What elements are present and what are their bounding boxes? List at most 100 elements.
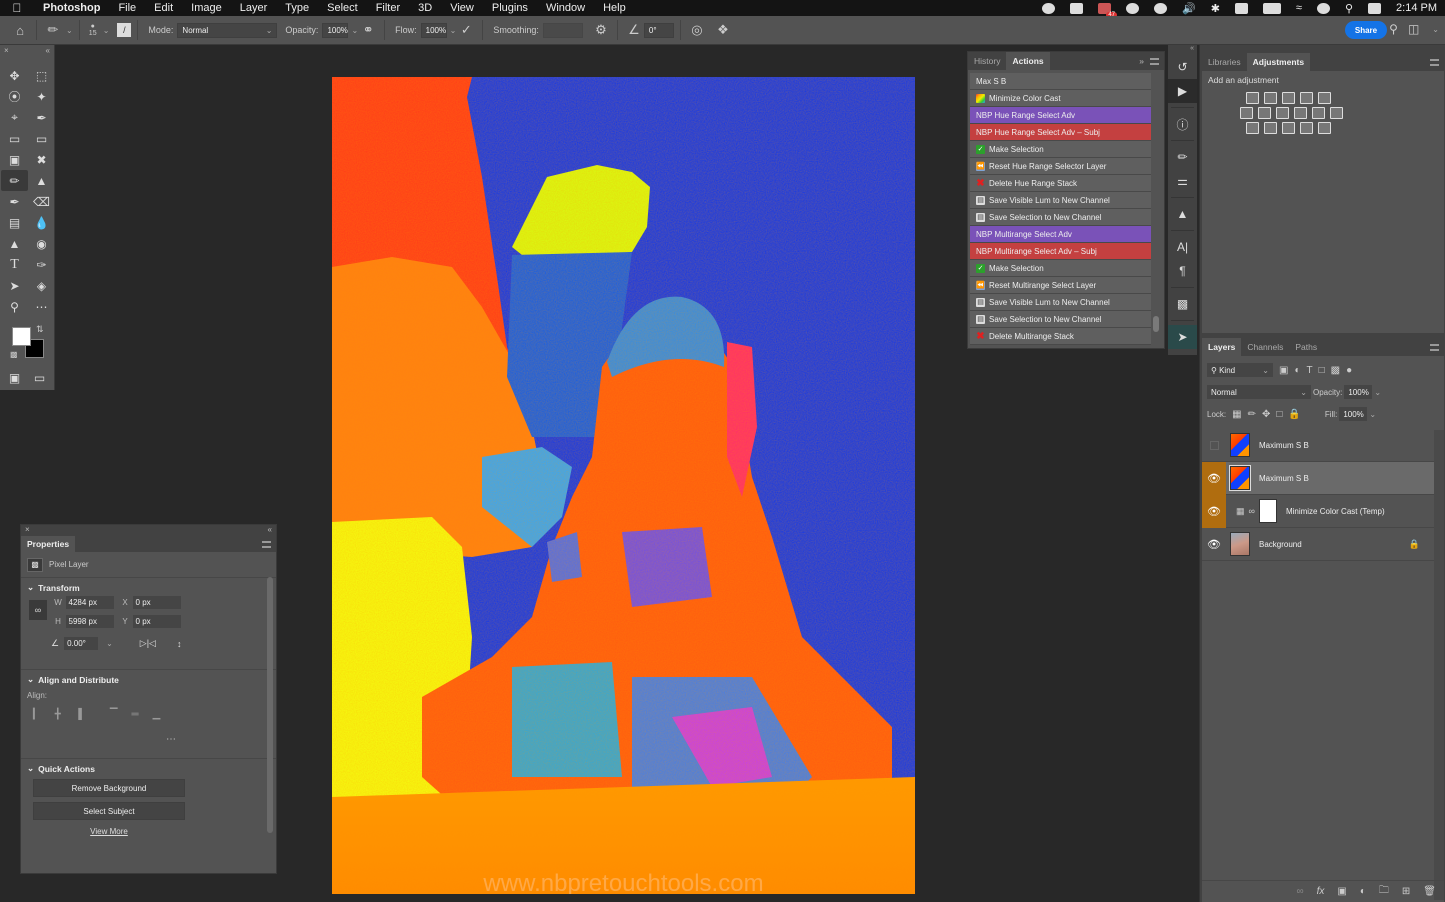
symmetry-icon[interactable]: ❖ [713, 20, 733, 40]
tab-libraries[interactable]: Libraries [1202, 53, 1247, 71]
path-selection-icon[interactable]: ➤ [1, 275, 28, 296]
curves-icon[interactable] [1282, 92, 1295, 104]
blur-tool-icon[interactable]: 💧 [28, 212, 55, 233]
filter-shape-icon[interactable]: □ [1319, 365, 1325, 376]
remix-icon[interactable]: ✖ [28, 149, 55, 170]
tab-history[interactable]: History [968, 52, 1006, 70]
eye-icon[interactable]: 👁 [1202, 494, 1226, 528]
volume-icon[interactable]: 🔊 [1182, 2, 1196, 15]
angle-input[interactable]: 0.00° [64, 637, 99, 650]
layer-row[interactable]: 👁 Maximum S B [1202, 461, 1434, 495]
crop-tool-icon[interactable]: ⌖ [1, 107, 28, 128]
eye-icon[interactable]: 👁 [1202, 461, 1226, 495]
add-mask-icon[interactable]: ▣ [1337, 886, 1346, 897]
action-item[interactable]: ▤ Save Selection to New Channel [970, 311, 1151, 328]
close-icon[interactable]: × [25, 525, 30, 536]
chevron-down-icon[interactable]: ⌄ [1374, 388, 1381, 397]
levels-icon[interactable] [1264, 92, 1277, 104]
brush-tool-icon[interactable]: ✏ [1, 170, 28, 191]
share-button[interactable]: Share [1345, 21, 1387, 39]
slack-icon[interactable]: 47 [1098, 2, 1117, 18]
filter-type-icon[interactable]: T [1307, 365, 1313, 376]
menu-view[interactable]: View [441, 2, 483, 14]
menu-type[interactable]: Type [276, 2, 318, 14]
chevron-down-icon[interactable]: ⌄ [66, 26, 73, 35]
align-section-title[interactable]: Align and Distribute [38, 675, 119, 685]
lock-position-icon[interactable]: ✥ [1262, 409, 1270, 420]
paragraph-panel-icon[interactable]: ¶ [1168, 259, 1197, 283]
mode-select[interactable]: Normal ⌄ [177, 22, 278, 38]
align-left-icon[interactable]: ▎ [33, 709, 41, 720]
filter-toggle-icon[interactable]: ● [1346, 365, 1352, 376]
spot-healing-icon[interactable]: ▭ [1, 128, 28, 149]
chevron-down-icon[interactable]: ⌄ [450, 26, 457, 35]
height-input[interactable]: 5998 px [65, 615, 114, 628]
healing-brush-icon[interactable]: ▭ [28, 128, 55, 149]
properties-scrollbar[interactable] [267, 577, 273, 833]
layer-row[interactable]: 👁 ▦ ∞ Minimize Color Cast (Temp) [1202, 494, 1434, 528]
wifi-icon[interactable]: ≈ [1296, 2, 1302, 14]
menu-file[interactable]: File [109, 2, 145, 14]
screen-mode-icon[interactable]: ▭ [34, 371, 45, 385]
action-item[interactable]: NBP Hue Range Select Adv [970, 107, 1151, 124]
quick-mask-icon[interactable]: ▣ [9, 371, 20, 385]
sponge-tool-icon[interactable]: ◉ [28, 233, 55, 254]
menu-3d[interactable]: 3D [409, 2, 441, 14]
action-item[interactable]: NBP Hue Range Select Adv – Subj [970, 124, 1151, 141]
color-lookup-icon[interactable] [1330, 107, 1343, 119]
shape-tool-icon[interactable]: ◈ [28, 275, 55, 296]
flip-vertical-icon[interactable]: ↕ [177, 639, 182, 649]
menu-window[interactable]: Window [537, 2, 594, 14]
panel-menu-icon[interactable] [1150, 57, 1159, 65]
layer-row[interactable]: Maximum S B [1202, 429, 1434, 462]
lock-artboard-icon[interactable]: □ [1276, 409, 1282, 420]
gradient-tool-icon[interactable]: ▤ [1, 212, 28, 233]
black-white-icon[interactable] [1276, 107, 1289, 119]
action-item[interactable]: Minimize Color Cast [970, 90, 1151, 107]
tab-adjustments[interactable]: Adjustments [1246, 53, 1311, 71]
marquee-tool-icon[interactable]: ⬚ [28, 65, 55, 86]
select-subject-button[interactable]: Select Subject [33, 802, 185, 820]
action-item[interactable]: ⏪ Reset Multirange Select Layer [970, 277, 1151, 294]
fx-icon[interactable]: fx [1317, 886, 1325, 897]
posterize-icon[interactable] [1264, 122, 1277, 134]
brush-settings-icon[interactable]: / [117, 23, 132, 37]
search-icon[interactable]: ⚲ [1389, 22, 1398, 36]
new-group-icon[interactable]: 🗀 [1379, 883, 1389, 900]
smoothing-input[interactable] [542, 22, 583, 38]
panel-menu-icon[interactable] [1430, 58, 1439, 66]
link-icon[interactable]: ∞ [1249, 506, 1255, 516]
flow-input[interactable]: 100% [420, 22, 447, 38]
action-item[interactable]: ✓ Make Selection [970, 260, 1151, 277]
blend-mode-select[interactable]: Normal ⌄ [1207, 385, 1311, 399]
selective-color-icon[interactable] [1300, 122, 1313, 134]
more-tools-icon[interactable]: ⋯ [28, 296, 55, 317]
chevron-down-icon[interactable]: ⌄ [27, 763, 34, 774]
remove-background-button[interactable]: Remove Background [33, 779, 185, 797]
menu-edit[interactable]: Edit [145, 2, 182, 14]
pen-tool-icon[interactable]: ✑ [28, 254, 55, 275]
action-item[interactable]: ▤ Save Selection to New Channel [970, 209, 1151, 226]
home-icon[interactable]: ⌂ [10, 20, 30, 40]
action-item[interactable]: ▤ Save Visible Lum to New Channel [970, 192, 1151, 209]
eyedropper-icon[interactable]: ✒ [28, 107, 55, 128]
move-tool-icon[interactable]: ✥ [1, 65, 28, 86]
transform-section-title[interactable]: Transform [38, 583, 80, 593]
cloud-icon[interactable] [1126, 2, 1139, 14]
new-adjustment-icon[interactable]: ◐ [1360, 886, 1366, 897]
info-panel-icon[interactable]: ⓘ [1168, 112, 1197, 136]
object-selection-icon[interactable]: ▣ [1, 149, 28, 170]
pressure-opacity-icon[interactable]: ⚭ [358, 20, 378, 40]
action-item[interactable]: ✓ Make Selection [970, 141, 1151, 158]
link-dimensions-icon[interactable]: ∞ [29, 600, 47, 620]
gear-icon[interactable]: ⚙ [591, 20, 611, 40]
brightness-contrast-icon[interactable] [1246, 92, 1259, 104]
chevron-down-icon[interactable]: ⌄ [351, 26, 358, 35]
brush-size-picker[interactable]: ● 15 [86, 23, 100, 37]
photo-filter-icon[interactable] [1294, 107, 1307, 119]
collapse-icon[interactable]: « [268, 525, 272, 536]
tool-presets-icon[interactable]: ⚌ [1168, 169, 1197, 193]
action-item[interactable]: ⏪ Reset Hue Range Selector Layer [970, 158, 1151, 175]
layer-row[interactable]: 👁 Background 🔒 [1202, 528, 1434, 561]
close-icon[interactable]: × [4, 46, 9, 64]
